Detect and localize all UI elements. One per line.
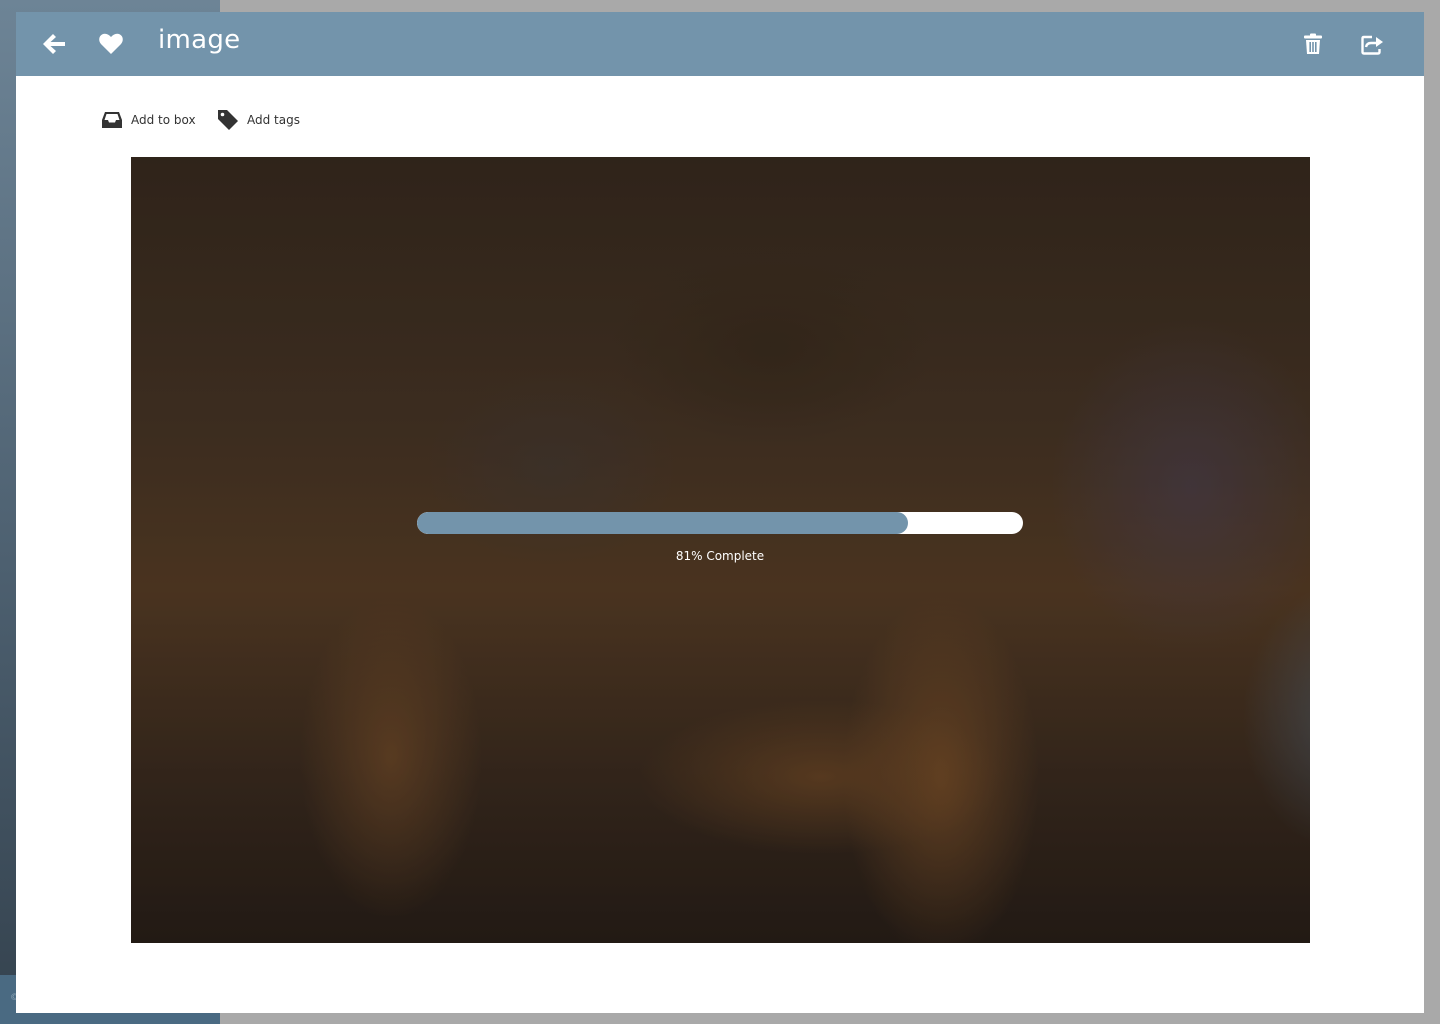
add-to-box-button[interactable]: Add to box xyxy=(101,108,196,132)
image-viewer-modal: image Add to box Add tags 81% Complete xyxy=(16,12,1424,1013)
trash-icon xyxy=(1304,33,1322,54)
favorite-button[interactable] xyxy=(91,25,131,63)
add-tags-label: Add tags xyxy=(247,113,300,127)
upload-progress-fill xyxy=(417,512,908,534)
upload-progress-bar xyxy=(417,512,1023,534)
back-button[interactable] xyxy=(34,25,74,63)
page-title: image xyxy=(158,25,241,55)
tag-icon xyxy=(218,110,238,130)
modal-header: image xyxy=(16,12,1424,76)
add-tags-button[interactable]: Add tags xyxy=(217,108,300,132)
back-arrow-icon xyxy=(43,34,65,54)
share-icon xyxy=(1361,35,1383,55)
share-button[interactable] xyxy=(1353,25,1393,63)
upload-progress-label: 81% Complete xyxy=(675,549,765,563)
heart-icon xyxy=(99,33,123,54)
add-to-box-label: Add to box xyxy=(131,113,196,127)
inbox-icon xyxy=(102,112,122,128)
delete-button[interactable] xyxy=(1293,25,1333,63)
